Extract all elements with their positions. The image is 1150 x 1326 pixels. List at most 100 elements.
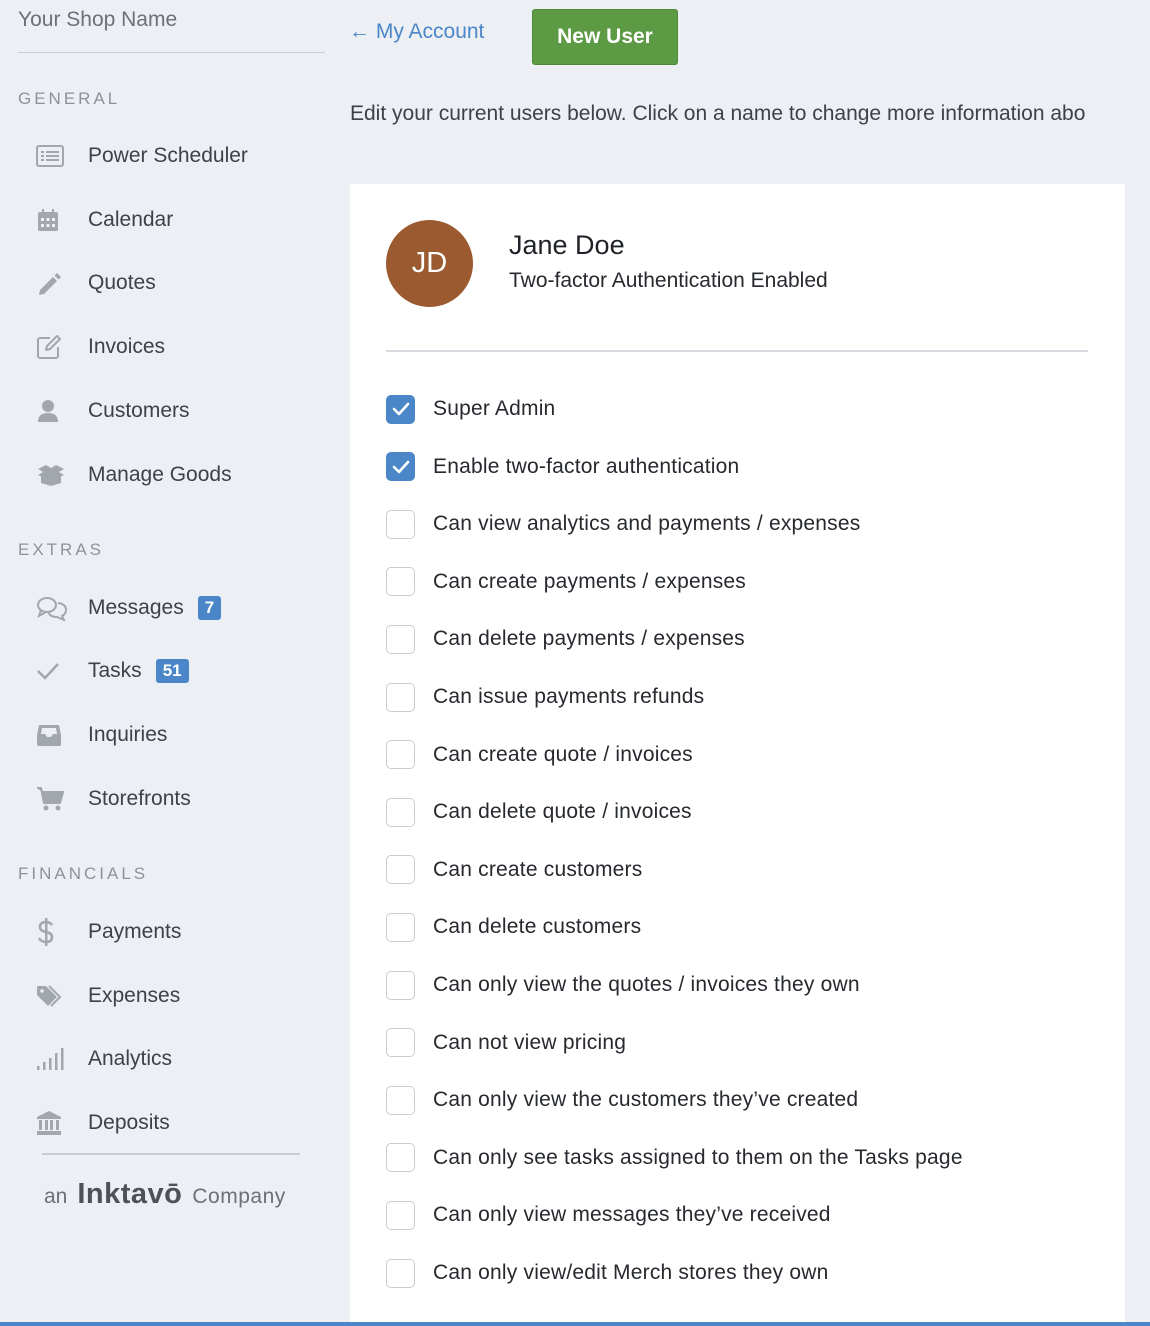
avatar[interactable]: JD bbox=[386, 220, 473, 307]
permission-checkbox[interactable] bbox=[386, 452, 415, 482]
permission-item[interactable]: Can only view/edit Merch stores they own bbox=[386, 1257, 829, 1289]
box-icon bbox=[36, 458, 70, 492]
sidebar-item-expenses[interactable]: Expenses bbox=[36, 976, 326, 1016]
permission-item[interactable]: Can only view the quotes / invoices they… bbox=[386, 969, 860, 1001]
section-title-extras: EXTRAS bbox=[18, 540, 105, 559]
permission-label: Can create quote / invoices bbox=[433, 742, 693, 766]
tasks-count-badge: 51 bbox=[155, 659, 189, 683]
permission-label: Can issue payments refunds bbox=[433, 685, 705, 708]
permission-item[interactable]: Can create payments / expenses bbox=[386, 566, 746, 598]
back-to-account-link[interactable]: ← My Account bbox=[349, 20, 484, 44]
section-title-financials: FINANCIALS bbox=[18, 864, 149, 883]
dollar-icon bbox=[36, 915, 70, 949]
section-title-general: GENERAL bbox=[18, 89, 121, 108]
permission-checkbox[interactable] bbox=[386, 1200, 415, 1230]
permission-label: Can create customers bbox=[433, 857, 643, 881]
company-brand-logo: Inktavō bbox=[77, 1178, 183, 1210]
permission-checkbox[interactable] bbox=[386, 1258, 415, 1288]
cart-icon bbox=[36, 782, 70, 816]
messages-count-badge: 7 bbox=[197, 596, 222, 620]
sidebar-item-messages[interactable]: Messages 7 bbox=[36, 588, 326, 628]
sidebar-item-inquiries[interactable]: Inquiries bbox=[36, 715, 326, 755]
permission-item[interactable]: Can issue payments refunds bbox=[386, 681, 704, 713]
user-name[interactable]: Jane Doe bbox=[509, 230, 625, 261]
permission-item[interactable]: Enable two-factor authentication bbox=[386, 451, 739, 483]
sidebar-divider bbox=[42, 1153, 300, 1155]
permission-item[interactable]: Can delete payments / expenses bbox=[386, 623, 745, 655]
sidebar-item-label: Tasks bbox=[88, 659, 142, 682]
sidebar-item-label: Power Scheduler bbox=[88, 144, 248, 167]
permission-item[interactable]: Can only see tasks assigned to them on t… bbox=[386, 1142, 963, 1174]
permission-checkbox[interactable] bbox=[386, 394, 415, 424]
sidebar-item-quotes[interactable]: Quotes bbox=[36, 263, 326, 303]
permission-checkbox[interactable] bbox=[386, 509, 415, 539]
sidebar-item-label: Inquiries bbox=[88, 723, 168, 746]
permission-checkbox[interactable] bbox=[386, 1028, 415, 1058]
sidebar-item-storefronts[interactable]: Storefronts bbox=[36, 779, 326, 819]
checkmark-icon bbox=[392, 402, 409, 416]
bottom-accent-line bbox=[0, 1322, 1150, 1326]
sidebar-item-payments[interactable]: Payments bbox=[36, 912, 326, 952]
sidebar-item-power-scheduler[interactable]: Power Scheduler bbox=[36, 136, 326, 176]
edit-icon bbox=[36, 330, 70, 364]
permission-label: Can delete customers bbox=[433, 915, 642, 939]
permission-item[interactable]: Can only view messages they’ve received bbox=[386, 1199, 831, 1231]
shop-name[interactable]: Your Shop Name bbox=[18, 8, 325, 53]
sidebar-item-label: Manage Goods bbox=[88, 463, 232, 486]
intro-text: Edit your current users below. Click on … bbox=[350, 102, 1086, 125]
permission-label: Super Admin bbox=[433, 397, 556, 420]
permission-label: Can only view the quotes / invoices they… bbox=[433, 973, 860, 996]
calendar-icon bbox=[36, 203, 70, 237]
sidebar-item-invoices[interactable]: Invoices bbox=[36, 327, 326, 367]
permission-label: Can delete payments / expenses bbox=[433, 627, 745, 651]
permission-item[interactable]: Can create quote / invoices bbox=[386, 739, 693, 771]
sidebar-item-deposits[interactable]: Deposits bbox=[36, 1103, 326, 1143]
permission-item[interactable]: Can view analytics and payments / expens… bbox=[386, 508, 860, 540]
sidebar-item-label: Storefronts bbox=[88, 787, 191, 810]
permission-label: Can only view messages they’ve received bbox=[433, 1203, 831, 1227]
permission-checkbox[interactable] bbox=[386, 912, 415, 942]
company-credit: an Inktavō Company bbox=[44, 1178, 286, 1211]
sidebar-item-label: Calendar bbox=[88, 208, 174, 231]
permission-label: Enable two-factor authentication bbox=[433, 454, 740, 478]
permission-checkbox[interactable] bbox=[386, 567, 415, 597]
permission-checkbox[interactable] bbox=[386, 1085, 415, 1115]
permission-checkbox[interactable] bbox=[386, 682, 415, 712]
check-icon bbox=[36, 654, 70, 688]
permission-label: Can delete quote / invoices bbox=[433, 800, 692, 824]
permission-item[interactable]: Can delete customers bbox=[386, 911, 641, 943]
user-card: JD Jane Doe Two-factor Authentication En… bbox=[350, 184, 1125, 1326]
sidebar-item-label: Payments bbox=[88, 920, 182, 943]
permission-checkbox[interactable] bbox=[386, 624, 415, 654]
permission-checkbox[interactable] bbox=[386, 855, 415, 885]
permission-checkbox[interactable] bbox=[386, 740, 415, 770]
person-icon bbox=[36, 394, 70, 428]
sidebar-item-label: Quotes bbox=[88, 271, 156, 294]
permission-checkbox[interactable] bbox=[386, 1143, 415, 1173]
sidebar-item-customers[interactable]: Customers bbox=[36, 391, 326, 431]
permission-checkbox[interactable] bbox=[386, 797, 415, 827]
sidebar-item-tasks[interactable]: Tasks 51 bbox=[36, 651, 326, 691]
new-user-button[interactable]: New User bbox=[532, 9, 678, 65]
sidebar-item-label: Customers bbox=[88, 399, 190, 422]
list-icon bbox=[36, 139, 70, 173]
card-divider bbox=[386, 350, 1088, 352]
permission-item[interactable]: Can not view pricing bbox=[386, 1027, 626, 1059]
permission-label: Can only see tasks assigned to them on t… bbox=[433, 1145, 963, 1169]
checkmark-icon bbox=[392, 460, 409, 473]
user-2fa-status: Two-factor Authentication Enabled bbox=[509, 269, 828, 292]
permission-item[interactable]: Can only view the customers they’ve crea… bbox=[386, 1084, 858, 1116]
sidebar-item-label: Expenses bbox=[88, 984, 181, 1007]
permission-label: Can not view pricing bbox=[433, 1030, 627, 1054]
sidebar-item-analytics[interactable]: Analytics bbox=[36, 1039, 326, 1079]
sidebar-item-manage-goods[interactable]: Manage Goods bbox=[36, 455, 326, 495]
permission-checkbox[interactable] bbox=[386, 970, 415, 1000]
permission-item[interactable]: Super Admin bbox=[386, 393, 555, 425]
sidebar-item-calendar[interactable]: Calendar bbox=[36, 200, 326, 240]
tags-icon bbox=[36, 979, 70, 1013]
company-prefix: an bbox=[44, 1185, 68, 1208]
inbox-icon bbox=[36, 718, 70, 752]
permission-item[interactable]: Can delete quote / invoices bbox=[386, 796, 692, 828]
permission-item[interactable]: Can create customers bbox=[386, 854, 642, 886]
permission-label: Can only view/edit Merch stores they own bbox=[433, 1261, 829, 1284]
